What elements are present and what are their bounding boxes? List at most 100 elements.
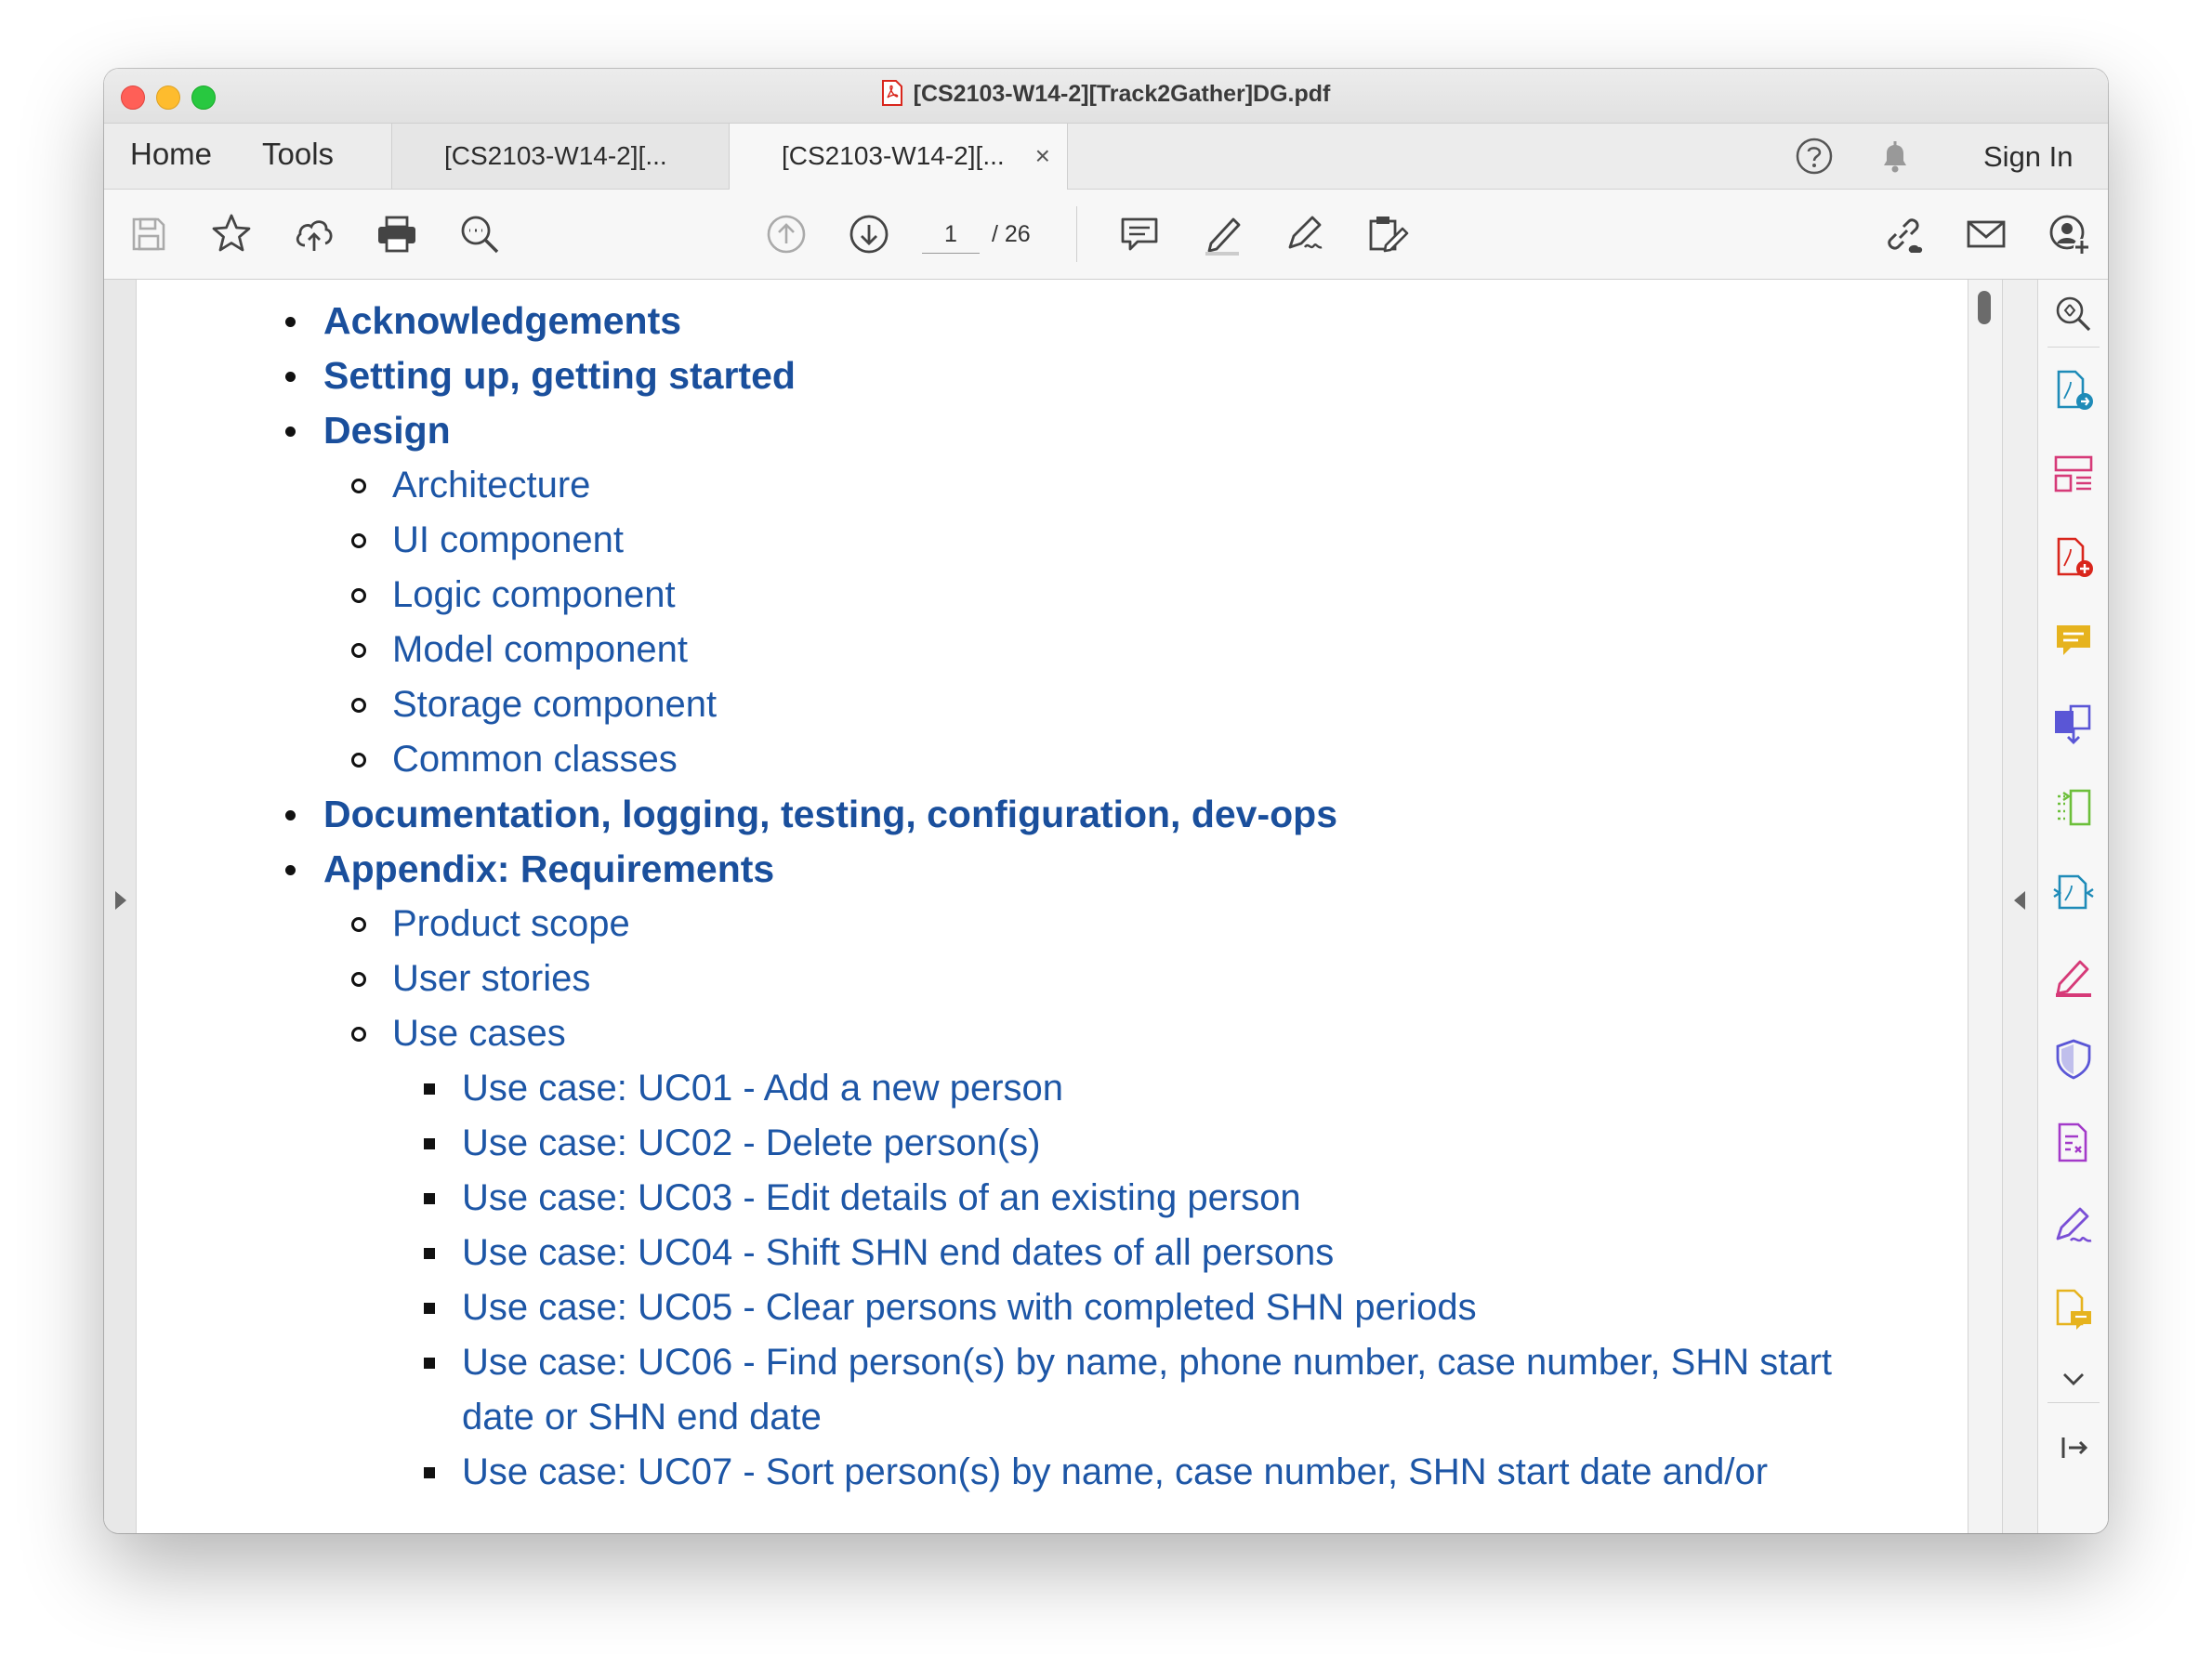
zoom-tool-icon[interactable] bbox=[2050, 291, 2097, 337]
toc-link[interactable]: Design bbox=[285, 408, 451, 453]
request-signature-icon[interactable] bbox=[2050, 1203, 2097, 1250]
collapse-right-panel-icon[interactable] bbox=[2014, 891, 2025, 910]
zoom-search-icon[interactable] bbox=[455, 210, 504, 258]
document-tab-2-active[interactable]: [CS2103-W14-2][... × bbox=[730, 124, 1068, 190]
toc-link-text: Use case: UC01 - Add a new person bbox=[462, 1068, 1064, 1109]
toc-link[interactable]: Common classes bbox=[351, 737, 678, 781]
notifications-bell-icon[interactable] bbox=[1875, 136, 1916, 177]
home-tab[interactable]: Home bbox=[130, 124, 212, 189]
close-tab-icon[interactable]: × bbox=[1035, 124, 1050, 189]
more-tools-chevron-icon[interactable] bbox=[2050, 1356, 2097, 1402]
toc-link-text: UI component bbox=[392, 519, 625, 560]
list-bullet bbox=[285, 427, 296, 437]
toc-link-text: Use case: UC04 - Shift SHN end dates of … bbox=[462, 1232, 1335, 1273]
scrollbar-thumb[interactable] bbox=[1978, 291, 1991, 324]
list-bullet bbox=[351, 479, 366, 493]
create-pdf-icon[interactable] bbox=[2050, 534, 2097, 581]
export-pdf-icon[interactable] bbox=[2050, 367, 2097, 413]
collapse-panel-icon[interactable] bbox=[2050, 1424, 2097, 1471]
list-bullet bbox=[285, 810, 296, 820]
add-user-icon[interactable] bbox=[2045, 210, 2093, 258]
send-review-icon[interactable] bbox=[2050, 1287, 2097, 1333]
toc-link-text: Documentation, logging, testing, configu… bbox=[323, 793, 1338, 835]
toc-link-text: Use case: UC06 - Find person(s) by name,… bbox=[462, 1342, 1833, 1383]
toc-link-text: Use case: UC07 - Sort person(s) by name,… bbox=[462, 1451, 1769, 1492]
save-icon[interactable] bbox=[125, 210, 173, 258]
upload-cloud-icon[interactable] bbox=[290, 210, 338, 258]
print-icon[interactable] bbox=[373, 210, 421, 258]
combine-files-icon[interactable] bbox=[2050, 702, 2097, 748]
toc-link[interactable]: Documentation, logging, testing, configu… bbox=[285, 792, 1338, 836]
toc-link[interactable]: Acknowledgements bbox=[285, 298, 682, 343]
toc-link[interactable]: Product scope bbox=[351, 901, 630, 946]
email-icon[interactable] bbox=[1962, 210, 2010, 258]
edit-pdf-icon[interactable] bbox=[1363, 210, 1412, 258]
toc-link-text: Storage component bbox=[392, 684, 718, 725]
right-panel-gutter bbox=[2002, 280, 2038, 1533]
compress-icon[interactable] bbox=[2050, 785, 2097, 832]
share-link-icon[interactable] bbox=[1879, 210, 1928, 258]
list-bullet bbox=[351, 533, 366, 548]
panel-divider bbox=[2047, 347, 2100, 348]
toc-link[interactable]: Use case: UC07 - Sort person(s) by name,… bbox=[424, 1450, 1769, 1494]
tools-pane bbox=[2037, 280, 2108, 1533]
current-page-input[interactable]: 1 bbox=[922, 216, 980, 254]
list-bullet bbox=[424, 1248, 435, 1259]
toc-link[interactable]: Use case: UC01 - Add a new person bbox=[424, 1066, 1064, 1110]
toc-link-text: Model component bbox=[392, 629, 688, 670]
next-page-icon[interactable] bbox=[845, 210, 893, 258]
list-bullet bbox=[424, 1193, 435, 1204]
toc-link[interactable]: UI component bbox=[351, 518, 625, 562]
comment-tool-icon[interactable] bbox=[2050, 618, 2097, 664]
previous-page-icon[interactable] bbox=[762, 210, 810, 258]
list-bullet bbox=[424, 1303, 435, 1314]
toc-link-text: Use case: UC03 - Edit details of an exis… bbox=[462, 1177, 1301, 1218]
toc-link[interactable]: Setting up, getting started bbox=[285, 353, 796, 398]
sign-in-button[interactable]: Sign In bbox=[1983, 124, 2074, 190]
organize-pages-icon[interactable] bbox=[2050, 451, 2097, 497]
list-bullet bbox=[285, 372, 296, 382]
toc-link[interactable]: Model component bbox=[351, 627, 688, 672]
prepare-form-icon[interactable] bbox=[2050, 1120, 2097, 1166]
toc-link[interactable]: Appendix: Requirements bbox=[285, 847, 775, 891]
scan-ocr-icon[interactable] bbox=[2050, 869, 2097, 915]
list-bullet bbox=[351, 588, 366, 603]
comment-icon[interactable] bbox=[1115, 210, 1164, 258]
toc-link[interactable]: Architecture bbox=[351, 463, 590, 507]
toc-link[interactable]: Storage component bbox=[351, 682, 718, 727]
toc-link[interactable]: date or SHN end date bbox=[462, 1395, 822, 1439]
list-bullet bbox=[424, 1358, 435, 1369]
list-bullet bbox=[351, 643, 366, 658]
toc-link[interactable]: Logic component bbox=[351, 572, 676, 617]
toc-link-text: Appendix: Requirements bbox=[323, 847, 775, 890]
toc-link[interactable]: Use case: UC04 - Shift SHN end dates of … bbox=[424, 1230, 1335, 1275]
toc-link-text: User stories bbox=[392, 958, 591, 999]
document-tab-1[interactable]: [CS2103-W14-2][... bbox=[391, 124, 730, 189]
toc-link-text: Common classes bbox=[392, 739, 678, 780]
pdf-page-area: Acknowledgements Setting up, getting star… bbox=[137, 280, 1968, 1533]
acrobat-window: [CS2103-W14-2][Track2Gather]DG.pdf Home … bbox=[104, 69, 2108, 1533]
tools-tab[interactable]: Tools bbox=[262, 124, 334, 189]
vertical-scrollbar[interactable] bbox=[1968, 280, 2002, 1533]
toc-link-text: Acknowledgements bbox=[323, 299, 682, 342]
fill-sign-icon[interactable] bbox=[2050, 952, 2097, 999]
sign-icon[interactable] bbox=[1281, 210, 1329, 258]
window-title: [CS2103-W14-2][Track2Gather]DG.pdf bbox=[913, 81, 1331, 107]
bookmark-star-icon[interactable] bbox=[207, 210, 256, 258]
left-panel-gutter bbox=[104, 280, 137, 1533]
expand-left-panel-icon[interactable] bbox=[115, 891, 126, 910]
protect-icon[interactable] bbox=[2050, 1036, 2097, 1083]
toc-link[interactable]: Use case: UC03 - Edit details of an exis… bbox=[424, 1175, 1301, 1220]
list-bullet bbox=[351, 753, 366, 768]
toc-link[interactable]: Use cases bbox=[351, 1011, 566, 1056]
toc-link[interactable]: Use case: UC05 - Clear persons with comp… bbox=[424, 1285, 1477, 1330]
help-icon[interactable] bbox=[1794, 136, 1835, 177]
toc-link[interactable]: User stories bbox=[351, 956, 591, 1001]
toc-link[interactable]: Use case: UC02 - Delete person(s) bbox=[424, 1121, 1040, 1165]
highlight-pen-icon[interactable] bbox=[1198, 210, 1246, 258]
list-bullet bbox=[285, 317, 296, 327]
total-pages-label: / 26 bbox=[992, 221, 1031, 247]
toc-link[interactable]: Use case: UC06 - Find person(s) by name,… bbox=[424, 1340, 1833, 1385]
toc-link-text: Use cases bbox=[392, 1013, 566, 1054]
panel-divider bbox=[2047, 1402, 2100, 1403]
